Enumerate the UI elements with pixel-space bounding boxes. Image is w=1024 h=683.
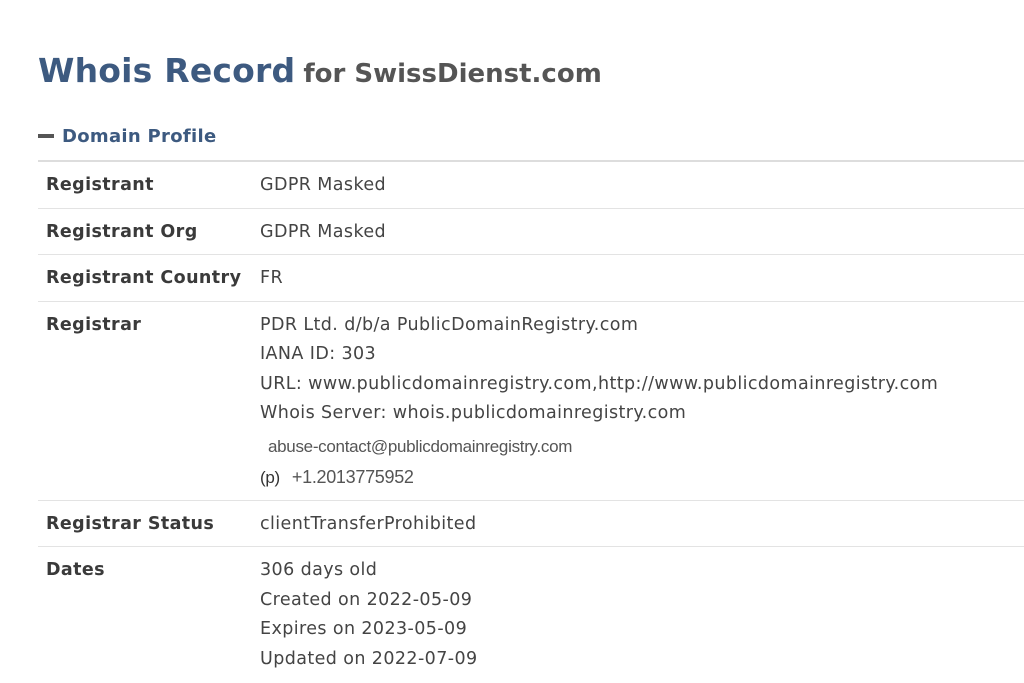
table-row-registrant: Registrant GDPR Masked [38, 162, 1024, 209]
row-label: Registrant [38, 162, 260, 209]
domain-age: 306 days old [260, 560, 378, 580]
updated-date: Updated on 2022-07-09 [260, 648, 478, 669]
table-row-registrar: Registrar PDR Ltd. d/b/a PublicDomainReg… [38, 301, 1024, 501]
registrar-url: URL: www.publicdomainregistry.com,http:/… [260, 373, 939, 394]
created-date: Created on 2022-05-09 [260, 589, 473, 610]
registrar-phone-line: (p) +1.2013775952 [260, 462, 1024, 493]
domain-profile-toggle[interactable]: Domain Profile [38, 124, 1024, 148]
table-row-registrant-org: Registrant Org GDPR Masked [38, 208, 1024, 255]
row-value: clientTransferProhibited [260, 500, 1024, 547]
registrar-name: PDR Ltd. d/b/a PublicDomainRegistry.com [260, 314, 639, 335]
row-value: GDPR Masked [260, 162, 1024, 209]
page-title-main: Whois Record [38, 51, 296, 90]
domain-profile-table: Registrant GDPR Masked Registrant Org GD… [38, 162, 1024, 681]
registrar-abuse-email: abuse-contact@publicdomainregistry.com [268, 436, 573, 456]
row-label: Registrant Org [38, 208, 260, 255]
row-label: Registrar Status [38, 500, 260, 547]
domain-profile-label[interactable]: Domain Profile [62, 126, 216, 147]
row-value: GDPR Masked [260, 208, 1024, 255]
row-label: Registrar [38, 301, 260, 501]
row-label: Dates [46, 560, 105, 580]
registrar-phone: +1.2013775952 [291, 466, 414, 487]
expires-date: Expires on 2023-05-09 [260, 619, 468, 639]
page-title: Whois Record for SwissDienst.com [38, 0, 1024, 92]
row-value-dates: 306 days old Created on 2022-05-09 Expir… [260, 547, 1024, 682]
minus-icon[interactable] [38, 134, 54, 138]
page-title-domain: for SwissDienst.com [303, 59, 602, 89]
row-value-registrar: PDR Ltd. d/b/a PublicDomainRegistry.com … [260, 301, 1024, 501]
whois-page: Whois Record for SwissDienst.com Domain P… [38, 0, 1024, 681]
registrar-whois-server: Whois Server: whois.publicdomainregistry… [260, 403, 687, 423]
phone-prefix: (p) [260, 467, 280, 487]
row-label: Registrant Country [38, 254, 260, 302]
registrar-iana-id: IANA ID: 303 [260, 344, 377, 364]
table-row-dates: Dates 306 days old Created on 2022-05-09… [38, 547, 1024, 682]
row-value: FR [260, 254, 1024, 302]
table-row-registrar-status: Registrar Status clientTransferProhibite… [38, 500, 1024, 547]
table-row-registrant-country: Registrant Country FR [38, 254, 1024, 302]
